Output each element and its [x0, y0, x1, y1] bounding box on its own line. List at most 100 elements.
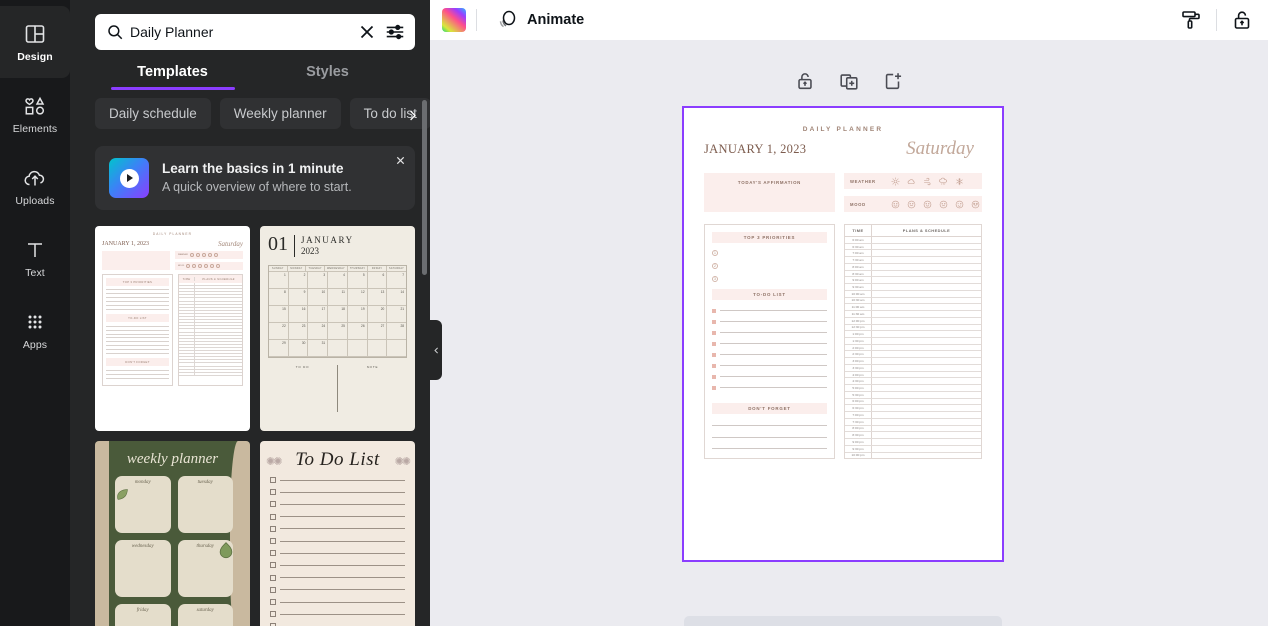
- table-row[interactable]: 6:30 pm: [845, 405, 981, 413]
- table-row[interactable]: 2:00 pm: [845, 344, 981, 352]
- table-row[interactable]: 7:30 am: [845, 257, 981, 264]
- plan-cell[interactable]: [872, 412, 981, 418]
- todo-row[interactable]: [712, 338, 827, 349]
- clear-search-icon[interactable]: [356, 21, 378, 43]
- sidebar-item-uploads[interactable]: Uploads: [0, 150, 70, 222]
- search-box[interactable]: [95, 14, 415, 50]
- table-row[interactable]: 6:00 pm: [845, 398, 981, 406]
- table-row[interactable]: 12:30 pm: [845, 324, 981, 332]
- todo-row[interactable]: [712, 327, 827, 338]
- checkbox-icon[interactable]: [712, 308, 716, 313]
- plan-cell[interactable]: [872, 284, 981, 290]
- tab-templates[interactable]: Templates: [95, 64, 250, 90]
- plan-cell[interactable]: [872, 345, 981, 351]
- checkbox-icon[interactable]: [712, 374, 716, 379]
- table-row[interactable]: 11:00 am: [845, 304, 981, 312]
- page-day[interactable]: Saturday: [906, 138, 974, 160]
- priority-item[interactable]: 2: [712, 263, 827, 269]
- tab-styles[interactable]: Styles: [250, 64, 405, 90]
- plan-cell[interactable]: [872, 257, 981, 263]
- table-row[interactable]: 10:00 am: [845, 290, 981, 298]
- plan-cell[interactable]: [872, 439, 981, 445]
- template-card-daily-planner[interactable]: DAILY PLANNER JANUARY 1, 2023 Saturday W…: [95, 226, 250, 431]
- affirmation-box[interactable]: TODAY'S AFFIRMATION: [704, 173, 835, 212]
- plan-cell[interactable]: [872, 338, 981, 344]
- table-row[interactable]: 4:00 pm: [845, 371, 981, 379]
- todo-row[interactable]: [712, 360, 827, 371]
- todo-row[interactable]: [712, 371, 827, 382]
- template-card-weekly-planner[interactable]: weekly planner monday tuesday wednesday …: [95, 441, 250, 626]
- table-row[interactable]: 9:30 pm: [845, 445, 981, 453]
- table-row[interactable]: 8:00 am: [845, 263, 981, 271]
- chip-weekly-planner[interactable]: Weekly planner: [219, 98, 341, 129]
- sidebar-item-design[interactable]: Design: [0, 6, 70, 78]
- search-input[interactable]: [130, 24, 350, 40]
- lock-page-icon[interactable]: [794, 70, 816, 92]
- promo-card[interactable]: Learn the basics in 1 minute A quick ove…: [95, 146, 415, 210]
- plan-cell[interactable]: [872, 405, 981, 411]
- table-row[interactable]: 9:00 am: [845, 277, 981, 285]
- weather-row[interactable]: WEATHER: [844, 173, 982, 189]
- add-page-icon[interactable]: [882, 70, 904, 92]
- priority-item[interactable]: 3: [712, 276, 827, 282]
- plan-cell[interactable]: [872, 432, 981, 438]
- table-row[interactable]: 10:30 am: [845, 297, 981, 305]
- checkbox-icon[interactable]: [712, 385, 716, 390]
- plan-cell[interactable]: [872, 399, 981, 405]
- sidebar-item-text[interactable]: Text: [0, 222, 70, 294]
- dont-forget-lines[interactable]: [712, 425, 827, 450]
- plan-cell[interactable]: [872, 331, 981, 337]
- animate-button[interactable]: Animate: [487, 3, 592, 37]
- plan-cell[interactable]: [872, 264, 981, 270]
- table-row[interactable]: 8:00 pm: [845, 425, 981, 433]
- color-swatch[interactable]: [442, 8, 466, 32]
- plan-cell[interactable]: [872, 277, 981, 283]
- plan-cell[interactable]: [872, 419, 981, 425]
- plan-cell[interactable]: [872, 378, 981, 384]
- table-row[interactable]: 2:30 pm: [845, 351, 981, 359]
- plan-cell[interactable]: [872, 304, 981, 310]
- plan-cell[interactable]: [872, 250, 981, 256]
- plan-cell[interactable]: [872, 446, 981, 452]
- table-row[interactable]: 6:30 am: [845, 243, 981, 251]
- table-row[interactable]: 5:00 pm: [845, 385, 981, 392]
- plan-cell[interactable]: [872, 453, 981, 459]
- todo-row[interactable]: [712, 382, 827, 393]
- template-card-january-calendar[interactable]: 01 JANUARY 2023 SUNDAY MONDAY TUESDAY WE…: [260, 226, 415, 431]
- table-row[interactable]: 10:00 pm: [845, 452, 981, 459]
- checkbox-icon[interactable]: [712, 363, 716, 368]
- design-page[interactable]: DAILY PLANNER JANUARY 1, 2023 Saturday T…: [682, 106, 1004, 562]
- table-row[interactable]: 7:00 am: [845, 250, 981, 258]
- plan-cell[interactable]: [872, 237, 981, 243]
- table-row[interactable]: 8:30 am: [845, 270, 981, 278]
- filter-icon[interactable]: [384, 21, 406, 43]
- table-row[interactable]: 9:00 pm: [845, 439, 981, 446]
- checkbox-icon[interactable]: [712, 352, 716, 357]
- plan-cell[interactable]: [872, 365, 981, 371]
- plan-cell[interactable]: [872, 244, 981, 250]
- plan-cell[interactable]: [872, 271, 981, 277]
- plan-cell[interactable]: [872, 372, 981, 378]
- mood-row[interactable]: MOOD: [844, 196, 982, 212]
- plan-cell[interactable]: [872, 325, 981, 331]
- checkbox-icon[interactable]: [712, 341, 716, 346]
- plan-cell[interactable]: [872, 426, 981, 432]
- sidebar-item-apps[interactable]: Apps: [0, 294, 70, 366]
- template-card-to-do-list[interactable]: ✺✺ ✺✺ To Do List: [260, 441, 415, 626]
- plan-cell[interactable]: [872, 385, 981, 391]
- canvas-area[interactable]: DAILY PLANNER JANUARY 1, 2023 Saturday T…: [430, 40, 1268, 626]
- panel-scrollbar[interactable]: [422, 100, 427, 275]
- priority-item[interactable]: 1: [712, 250, 827, 256]
- table-row[interactable]: 3:30 pm: [845, 364, 981, 372]
- plan-cell[interactable]: [872, 291, 981, 297]
- table-row[interactable]: 5:30 pm: [845, 391, 981, 399]
- add-page-button[interactable]: + Add page: [684, 616, 1002, 626]
- todo-row[interactable]: [712, 316, 827, 327]
- chip-daily-schedule[interactable]: Daily schedule: [95, 98, 211, 129]
- plan-cell[interactable]: [872, 298, 981, 304]
- table-row[interactable]: 12:00 pm: [845, 317, 981, 325]
- collapse-panel-button[interactable]: [430, 320, 442, 380]
- close-icon[interactable]: [391, 151, 409, 169]
- checkbox-icon[interactable]: [712, 330, 716, 335]
- plan-cell[interactable]: [872, 392, 981, 398]
